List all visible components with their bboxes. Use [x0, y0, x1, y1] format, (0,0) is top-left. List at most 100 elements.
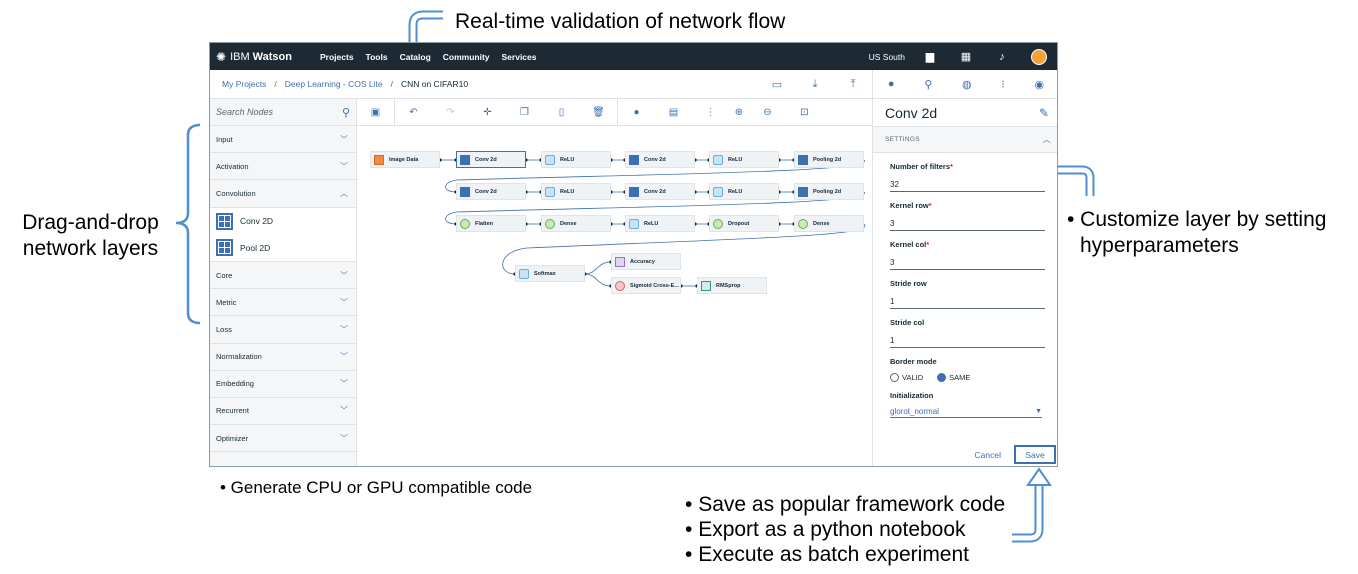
node-label: Sigmoid Cross-E...: [630, 282, 679, 289]
category-label: Optimizer: [216, 433, 249, 443]
user-avatar[interactable]: [1031, 48, 1047, 65]
overflow-menu-icon[interactable]: ⋮: [692, 107, 729, 118]
flow-node[interactable]: ReLU: [541, 151, 611, 168]
zoom-in-icon[interactable]: ⊕: [729, 107, 749, 118]
document-icon[interactable]: ▆: [923, 50, 937, 64]
redo-icon[interactable]: ↷: [432, 107, 469, 118]
node-label: Pooling 2d: [813, 188, 842, 195]
category-convolution[interactable]: Convolution ︿: [210, 180, 356, 208]
node-label: ReLU: [728, 188, 743, 195]
nav-catalog[interactable]: Catalog: [400, 52, 431, 62]
dropout-icon: [713, 218, 723, 229]
info-icon[interactable]: ●: [888, 78, 895, 90]
nav-services[interactable]: Services: [502, 52, 537, 62]
brand-logo[interactable]: ✺ IBM Watson: [210, 50, 308, 64]
chevron-down-icon: ﹀: [340, 433, 348, 443]
category-activation[interactable]: Activation ﹀: [210, 153, 356, 181]
flow-node[interactable]: Dropout: [709, 215, 779, 232]
category-normalization[interactable]: Normalization ﹀: [210, 344, 356, 371]
calendar-icon[interactable]: ▦: [959, 50, 973, 64]
flow-node[interactable]: ReLU: [541, 183, 611, 200]
search-icon[interactable]: ⚲: [342, 106, 350, 119]
flow-node[interactable]: Dense: [541, 215, 611, 232]
stride-col-input[interactable]: [890, 331, 1045, 348]
layer-pool2d[interactable]: Pool 2D: [210, 234, 356, 262]
flow-node[interactable]: ReLU: [709, 183, 779, 200]
search-input[interactable]: [216, 107, 326, 117]
chevron-down-icon: ﹀: [340, 406, 348, 416]
nav-community[interactable]: Community: [443, 52, 490, 62]
layer-conv2d[interactable]: Conv 2D: [210, 207, 356, 235]
comment-icon[interactable]: ●: [618, 107, 655, 118]
flow-node[interactable]: Conv 2d: [625, 183, 695, 200]
kernel-row-input[interactable]: [890, 214, 1045, 231]
node-label: Conv 2d: [475, 188, 497, 195]
layout-icon[interactable]: ▤: [655, 107, 692, 118]
radio-same[interactable]: [937, 373, 947, 382]
flow-node[interactable]: Pooling 2d: [794, 151, 864, 168]
flow-node[interactable]: Softmax: [515, 265, 585, 282]
panel-actions: Cancel Save: [975, 445, 1056, 464]
flow-node[interactable]: Dense: [794, 215, 864, 232]
breadcrumb-project[interactable]: Deep Learning - COS Lite: [285, 79, 383, 89]
flow-canvas[interactable]: Image Data Conv 2d ReLU Conv 2d ReLU Poo…: [357, 126, 872, 466]
number-of-filters-input[interactable]: [890, 175, 1045, 192]
flow-node[interactable]: Flatten: [456, 215, 526, 232]
node-label: Conv 2d: [644, 188, 666, 195]
flow-node[interactable]: ReLU: [709, 151, 779, 168]
flow-node[interactable]: RMSprop: [697, 277, 767, 294]
conv2d-icon: [629, 186, 639, 197]
flow-node[interactable]: Conv 2d: [456, 183, 526, 200]
chevron-up-icon: ︿: [340, 188, 348, 198]
upload-icon[interactable]: ⤒: [834, 78, 872, 91]
delete-icon[interactable]: 🗑: [580, 107, 617, 118]
save-button[interactable]: Save: [1014, 445, 1056, 464]
required-mark: *: [926, 240, 930, 249]
stride-row-input[interactable]: [890, 292, 1045, 309]
nav-projects[interactable]: Projects: [320, 52, 354, 62]
field-label: Stride row: [890, 279, 927, 288]
caret-down-icon: ▼: [1035, 407, 1042, 415]
flow-node[interactable]: Conv 2d: [625, 151, 695, 168]
flow-node[interactable]: Accuracy: [611, 253, 681, 270]
category-metric[interactable]: Metric ﹀: [210, 289, 356, 317]
paste-icon[interactable]: ▯: [543, 107, 580, 118]
download-icon[interactable]: ⤓: [796, 78, 834, 91]
category-optimizer[interactable]: Optimizer ﹀: [210, 425, 356, 453]
undo-icon[interactable]: ↶: [395, 107, 432, 118]
breadcrumb-my-projects[interactable]: My Projects: [222, 79, 266, 89]
toggle-palette-icon[interactable]: ▣: [357, 107, 394, 118]
palette-icon[interactable]: ◍: [962, 78, 972, 91]
edit-pencil-icon[interactable]: ✎: [1039, 106, 1049, 120]
category-core[interactable]: Core ﹀: [210, 262, 356, 290]
code-icon[interactable]: ⁝: [1001, 78, 1005, 91]
flow-node[interactable]: Sigmoid Cross-E...: [611, 277, 681, 294]
compass-icon[interactable]: ◉: [1034, 78, 1044, 91]
flow-node[interactable]: Image Data: [370, 151, 440, 168]
optimizer-icon: [701, 280, 711, 291]
flow-node[interactable]: ReLU: [625, 215, 695, 232]
region-selector[interactable]: US South: [869, 52, 905, 62]
cancel-button[interactable]: Cancel: [975, 450, 1001, 460]
move-icon[interactable]: ✛: [469, 107, 506, 118]
zoom-out-icon[interactable]: ⊖: [749, 107, 786, 118]
fit-to-screen-icon[interactable]: ⊡: [786, 107, 823, 118]
layer-label: Conv 2D: [240, 216, 274, 227]
category-recurrent[interactable]: Recurrent ﹀: [210, 398, 356, 426]
annotation-export-item: Export as a python notebook: [685, 517, 1005, 542]
category-input[interactable]: Input ﹀: [210, 126, 356, 154]
initialization-select[interactable]: glorot_normal ▼: [890, 403, 1042, 418]
hyperparameter-icon[interactable]: ⚲: [924, 78, 932, 91]
category-loss[interactable]: Loss ﹀: [210, 316, 356, 344]
nav-tools[interactable]: Tools: [366, 52, 388, 62]
notification-bell-icon[interactable]: ♪: [995, 50, 1009, 64]
radio-valid[interactable]: [890, 373, 899, 382]
canvas-toolbar: ▣ ↶ ↷ ✛ ❐ ▯ 🗑 ● ▤ ⋮ ⊕ ⊖ ⊡: [357, 98, 872, 126]
folder-icon[interactable]: ▭: [758, 78, 796, 91]
flow-node[interactable]: Pooling 2d: [794, 183, 864, 200]
category-embedding[interactable]: Embedding ﹀: [210, 371, 356, 398]
settings-section-header[interactable]: SETTINGS ︿: [873, 126, 1057, 153]
kernel-col-input[interactable]: [890, 253, 1045, 270]
copy-icon[interactable]: ❐: [506, 107, 543, 118]
flow-node-selected[interactable]: Conv 2d: [456, 151, 526, 168]
